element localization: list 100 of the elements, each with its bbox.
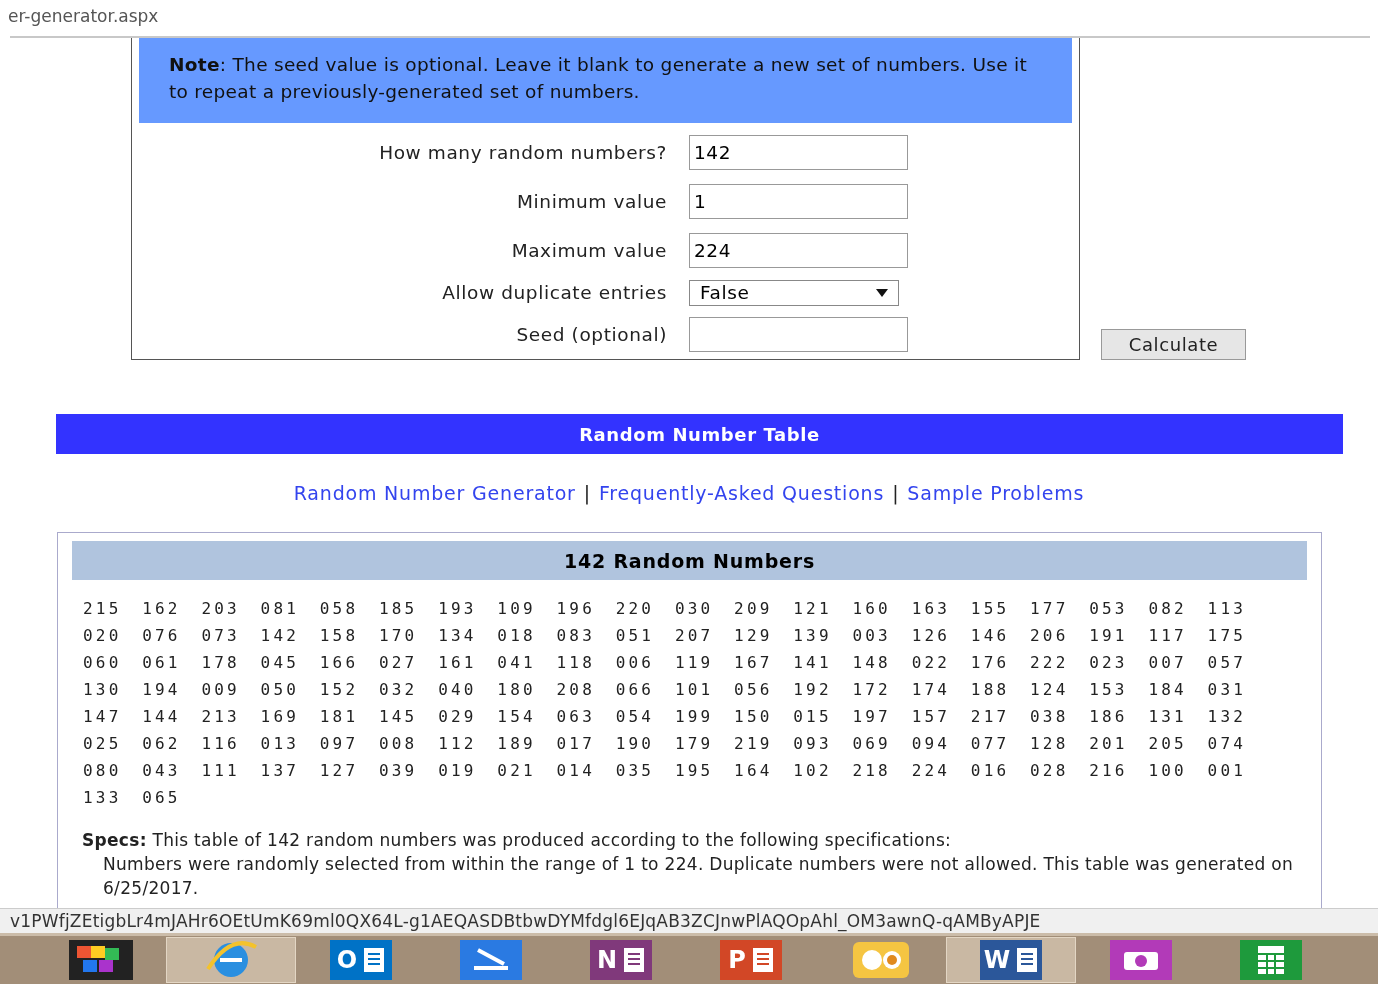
random-number: 193 <box>438 598 478 619</box>
nav-link[interactable]: Frequently-Asked Questions <box>598 482 885 504</box>
random-number: 017 <box>556 733 596 754</box>
random-number: 157 <box>911 706 952 727</box>
random-number: 081 <box>260 598 301 619</box>
random-number: 167 <box>734 652 774 673</box>
random-number: 139 <box>793 625 833 646</box>
random-number: 019 <box>438 760 478 781</box>
note-text: Note: The seed value is optional. Leave it blank to generate a new set of numbers. Use it to repeat a previously-generated set of numbers. <box>139 38 1072 123</box>
random-number: 222 <box>1030 652 1070 673</box>
random-number: 101 <box>674 679 715 700</box>
random-number: 220 <box>615 598 656 619</box>
random-number: 205 <box>1148 733 1188 754</box>
nav-link[interactable]: Random Number Generator <box>293 482 576 504</box>
random-number: 094 <box>911 733 952 754</box>
random-number: 146 <box>970 625 1011 646</box>
random-number: 134 <box>438 625 478 646</box>
random-number: 131 <box>1148 706 1188 727</box>
random-number: 133 <box>83 787 123 808</box>
results-title: 142 Random Numbers <box>72 541 1307 580</box>
input-field[interactable]: 224 <box>689 233 908 268</box>
random-number: 172 <box>852 679 892 700</box>
random-number: 001 <box>1207 760 1248 781</box>
random-number: 041 <box>497 652 537 673</box>
random-number: 082 <box>1148 598 1188 619</box>
dropdown-field[interactable]: False <box>689 279 899 306</box>
random-number: 141 <box>793 652 833 673</box>
random-number: 154 <box>497 706 537 727</box>
taskbar-button[interactable]: W <box>946 937 1076 983</box>
random-number: 179 <box>674 733 715 754</box>
random-number: 197 <box>852 706 892 727</box>
calculate-button[interactable]: Calculate <box>1101 329 1246 360</box>
random-number: 074 <box>1207 733 1248 754</box>
random-number: 162 <box>142 598 182 619</box>
taskbar-button[interactable]: P <box>686 937 816 983</box>
random-number: 184 <box>1148 679 1188 700</box>
input-field[interactable]: 142 <box>689 135 908 170</box>
field-label: Maximum value <box>510 240 667 261</box>
random-number: 153 <box>1089 679 1129 700</box>
random-number: 058 <box>319 598 360 619</box>
random-number: 219 <box>734 733 774 754</box>
scanner-icon[interactable] <box>460 940 522 980</box>
random-number: 014 <box>556 760 596 781</box>
specs-detail: Numbers were randomly selected from within the range of 1 to 224. Duplicate numbers were not allowed. This table was generated on 6/25/2017. <box>103 853 1295 900</box>
random-number: 132 <box>1207 706 1248 727</box>
random-number: 218 <box>852 760 892 781</box>
random-number: 180 <box>497 679 537 700</box>
field-label: Seed (optional) <box>515 324 667 345</box>
random-number: 069 <box>852 733 892 754</box>
app-icon[interactable]: P <box>720 940 782 980</box>
app-icon[interactable]: O <box>330 940 392 980</box>
random-number: 057 <box>1207 652 1248 673</box>
random-number: 215 <box>83 598 123 619</box>
random-number: 100 <box>1148 760 1188 781</box>
random-number: 021 <box>497 760 537 781</box>
puzzle-icon[interactable] <box>69 940 133 980</box>
link-separator: | <box>583 482 591 504</box>
random-number: 213 <box>201 706 241 727</box>
random-number: 144 <box>142 706 182 727</box>
random-number: 196 <box>556 598 596 619</box>
random-number: 142 <box>260 625 301 646</box>
input-field[interactable]: 1 <box>689 184 908 219</box>
input-field[interactable] <box>689 317 908 352</box>
random-number: 127 <box>319 760 360 781</box>
random-number: 007 <box>1148 652 1188 673</box>
random-number: 051 <box>615 625 656 646</box>
random-number: 018 <box>497 625 537 646</box>
random-number: 060 <box>83 652 123 673</box>
app-icon[interactable]: W <box>980 940 1042 980</box>
random-number: 109 <box>497 598 537 619</box>
caret-icon <box>876 288 888 297</box>
random-number: 188 <box>970 679 1011 700</box>
random-number: 093 <box>793 733 833 754</box>
random-number: 065 <box>142 787 182 808</box>
random-number: 150 <box>734 706 774 727</box>
random-number: 126 <box>911 625 952 646</box>
random-number: 194 <box>142 679 182 700</box>
random-number: 054 <box>615 706 656 727</box>
random-number: 102 <box>793 760 833 781</box>
address-url[interactable]: er-generator.aspx <box>8 6 159 26</box>
random-number: 006 <box>615 652 656 673</box>
random-number: 056 <box>734 679 774 700</box>
camera-icon[interactable] <box>1110 940 1172 980</box>
random-number: 028 <box>1030 760 1070 781</box>
calendar-icon[interactable] <box>850 939 912 981</box>
random-number: 016 <box>970 760 1011 781</box>
random-number: 080 <box>83 760 123 781</box>
random-number: 207 <box>674 625 715 646</box>
random-number: 209 <box>734 598 774 619</box>
random-number: 040 <box>438 679 478 700</box>
app-icon[interactable]: N <box>590 940 652 980</box>
calculator-icon[interactable] <box>1240 940 1302 980</box>
field-label: How many random numbers? <box>378 142 667 163</box>
table-banner: Random Number Table <box>56 414 1343 454</box>
taskbar-button[interactable]: N <box>556 937 686 983</box>
random-number: 061 <box>142 652 182 673</box>
random-number: 112 <box>438 733 478 754</box>
nav-link[interactable]: Sample Problems <box>907 482 1085 504</box>
taskbar-button[interactable]: O <box>296 937 426 983</box>
field-label: Minimum value <box>516 191 667 212</box>
